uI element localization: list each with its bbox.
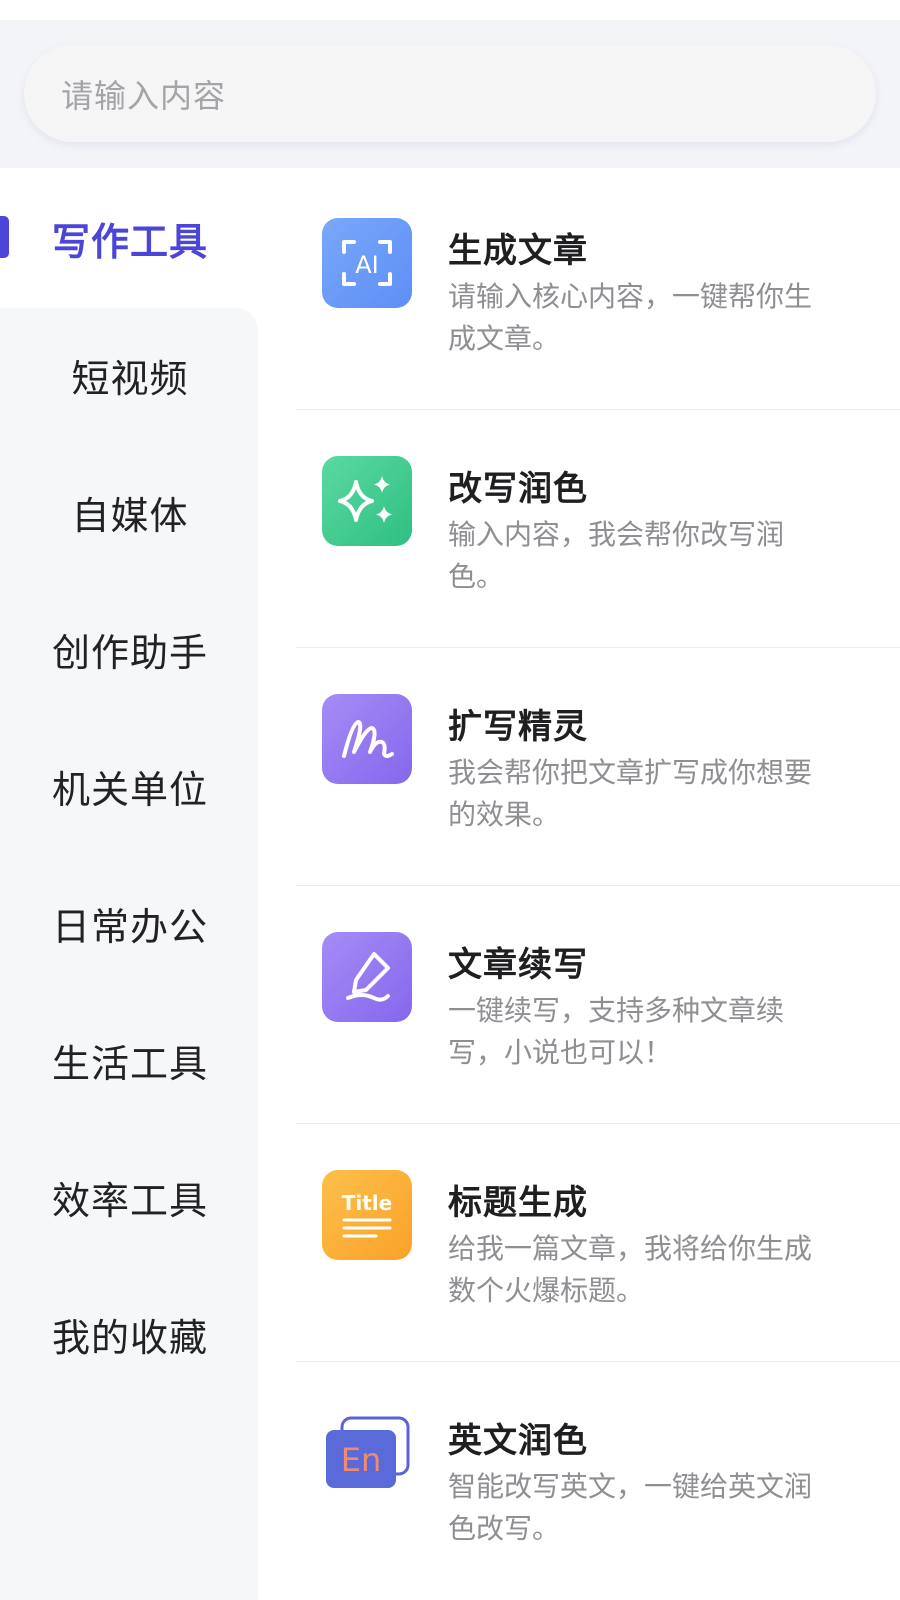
tool-card-1[interactable]: 改写润色输入内容，我会帮你改写润色。: [296, 406, 900, 648]
en-badge-icon: En: [322, 1408, 412, 1498]
scribble-icon: [322, 694, 412, 784]
tool-card-5[interactable]: En 英文润色智能改写英文，一键给英文润色改写。: [296, 1358, 900, 1600]
search-placeholder: 请输入内容: [61, 76, 227, 115]
tool-title: 英文润色: [448, 1421, 588, 1461]
tool-description: 一键续写，支持多种文章续写，小说也可以！: [448, 994, 785, 1069]
tool-card-4[interactable]: Title 标题生成给我一篇文章，我将给你生成数个火爆标题。: [296, 1120, 900, 1362]
tool-list: AI 生成文章请输入核心内容，一键帮你生成文章。改写润色输入内容，我会帮你改写润色…: [296, 168, 900, 1600]
tool-title: 标题生成: [448, 1183, 588, 1223]
ai-scan-icon: AI: [322, 218, 412, 308]
sidebar-item-0[interactable]: 写作工具: [0, 168, 260, 308]
tool-description: 智能改写英文，一键给英文润色改写。: [448, 1470, 813, 1545]
sidebar-item-6[interactable]: 生活工具: [0, 990, 260, 1130]
sidebar-item-4[interactable]: 机关单位: [0, 716, 260, 856]
tool-description: 给我一篇文章，我将给你生成数个火爆标题。: [448, 1232, 813, 1307]
tool-card-3[interactable]: 文章续写一键续写，支持多种文章续写，小说也可以！: [296, 882, 900, 1124]
search-input[interactable]: 请输入内容: [24, 45, 876, 142]
title-doc-icon: Title: [322, 1170, 412, 1260]
svg-text:Title: Title: [342, 1191, 392, 1215]
sidebar-item-label: 写作工具: [51, 219, 208, 264]
sidebar-item-label: 机关单位: [51, 767, 208, 812]
sidebar-item-label: 我的收藏: [51, 1315, 208, 1360]
sidebar-item-label: 创作助手: [51, 630, 208, 675]
status-area: [0, 0, 900, 20]
sidebar-item-1[interactable]: 短视频: [0, 305, 260, 445]
sidebar-item-5[interactable]: 日常办公: [0, 853, 260, 993]
svg-text:En: En: [341, 1441, 382, 1479]
active-indicator: [0, 216, 9, 258]
sidebar-item-2[interactable]: 自媒体: [0, 442, 260, 582]
sparkle-icon: [322, 456, 412, 546]
sidebar-item-3[interactable]: 创作助手: [0, 579, 260, 719]
sidebar-item-label: 效率工具: [51, 1178, 208, 1223]
tool-description: 我会帮你把文章扩写成你想要的效果。: [448, 756, 813, 831]
tool-description: 输入内容，我会帮你改写润色。: [448, 518, 785, 593]
search-area: 请输入内容: [0, 20, 900, 168]
sidebar-item-label: 日常办公: [51, 904, 208, 949]
tool-title: 改写润色: [448, 469, 588, 509]
category-sidebar: 写作工具短视频自媒体创作助手机关单位日常办公生活工具效率工具我的收藏: [0, 168, 260, 1600]
sidebar-item-8[interactable]: 我的收藏: [0, 1264, 260, 1404]
tool-title: 文章续写: [448, 945, 588, 985]
tool-description: 请输入核心内容，一键帮你生成文章。: [448, 280, 813, 355]
sidebar-item-label: 自媒体: [71, 493, 189, 538]
sidebar-item-label: 短视频: [71, 356, 189, 401]
sidebar-item-label: 生活工具: [51, 1041, 208, 1086]
sidebar-item-7[interactable]: 效率工具: [0, 1127, 260, 1267]
tool-title: 扩写精灵: [448, 707, 588, 747]
tool-title: 生成文章: [448, 231, 588, 271]
svg-text:AI: AI: [355, 251, 379, 279]
app-page: 请输入内容 写作工具短视频自媒体创作助手机关单位日常办公生活工具效率工具我的收藏…: [0, 0, 900, 1600]
tool-card-0[interactable]: AI 生成文章请输入核心内容，一键帮你生成文章。: [296, 168, 900, 410]
pen-icon: [322, 932, 412, 1022]
tool-card-2[interactable]: 扩写精灵我会帮你把文章扩写成你想要的效果。: [296, 644, 900, 886]
